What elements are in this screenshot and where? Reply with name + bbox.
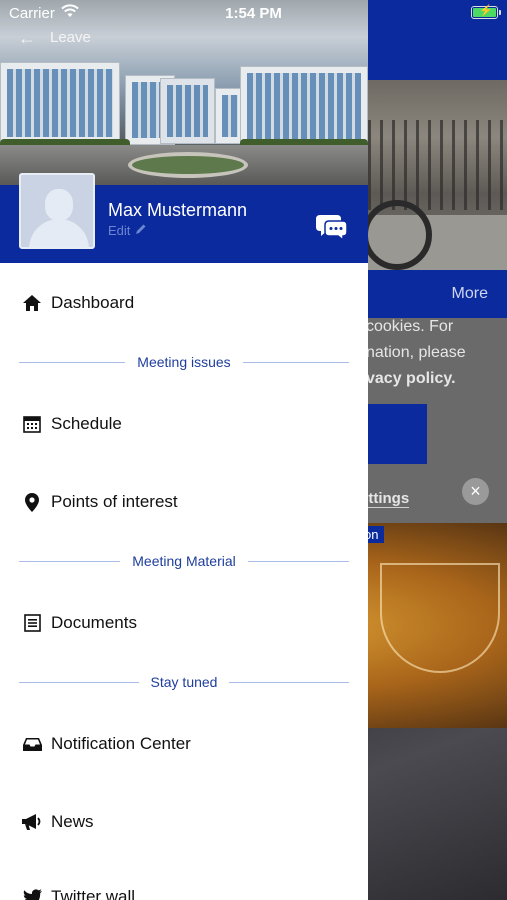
menu-item-label: Notification Center (51, 734, 191, 753)
status-bar: Carrier 1:54 PM ⚡ (0, 0, 507, 26)
chat-icon[interactable] (316, 213, 348, 242)
clock: 1:54 PM (225, 5, 282, 22)
menu-item-documents[interactable]: Documents (22, 608, 352, 638)
battery-icon: ⚡ (471, 5, 501, 19)
section-header-meeting-material: Meeting Material (19, 552, 349, 572)
menu-item-label: Schedule (51, 414, 122, 433)
close-icon[interactable]: × (462, 478, 489, 505)
menu-item-notification-center[interactable]: Notification Center (22, 729, 352, 759)
user-name: Max Mustermann (108, 200, 248, 220)
menu-item-label: Documents (51, 613, 137, 632)
section-label: Stay tuned (138, 674, 230, 690)
calendar-icon (22, 414, 42, 434)
roundabout-graphic (128, 152, 248, 178)
side-drawer: ← Leave Max Mustermann Edit Dashboard Me… (0, 0, 368, 900)
megaphone-icon (22, 812, 42, 832)
leave-label: Leave (50, 29, 91, 46)
cookie-text-line-1: cookies. For (366, 318, 454, 335)
wheel-graphic (362, 200, 432, 270)
cookie-privacy-policy-link[interactable]: vacy policy. (366, 370, 456, 388)
menu-item-news[interactable]: News (22, 807, 352, 837)
menu-item-label: Dashboard (51, 293, 135, 312)
inbox-icon (22, 734, 42, 754)
menu-item-schedule[interactable]: Schedule (22, 409, 352, 439)
menu-item-label: Twitter wall (51, 887, 136, 900)
cookie-text-line-2: nation, please (366, 344, 466, 361)
pencil-icon (135, 223, 147, 238)
drawer-header-photo (0, 0, 368, 185)
section-label: Meeting issues (125, 354, 243, 370)
menu-item-label: News (51, 812, 94, 831)
edit-label: Edit (108, 223, 131, 238)
edit-profile-link[interactable]: Edit (108, 223, 147, 238)
section-label: Meeting Material (120, 553, 248, 569)
wine-glass-graphic (380, 563, 500, 673)
menu-item-twitter-wall[interactable]: Twitter wall (22, 882, 352, 900)
building-graphic (240, 66, 368, 146)
menu-item-points-of-interest[interactable]: Points of interest (22, 487, 352, 517)
avatar[interactable] (19, 173, 95, 249)
building-graphic (0, 62, 120, 144)
twitter-icon (22, 887, 42, 900)
section-header-stay-tuned: Stay tuned (19, 673, 349, 693)
cookie-accept-button[interactable] (360, 404, 427, 464)
menu-item-label: Points of interest (51, 492, 178, 511)
fence-graphic (368, 120, 507, 210)
home-icon (22, 293, 42, 313)
leave-button[interactable]: ← Leave (18, 27, 91, 48)
back-arrow-icon: ← (18, 27, 36, 48)
more-link[interactable]: More (452, 285, 488, 303)
section-header-meeting-issues: Meeting issues (19, 353, 349, 373)
document-icon (22, 613, 42, 633)
map-pin-icon (22, 492, 42, 512)
menu-item-dashboard[interactable]: Dashboard (22, 288, 352, 318)
building-graphic (160, 78, 215, 144)
